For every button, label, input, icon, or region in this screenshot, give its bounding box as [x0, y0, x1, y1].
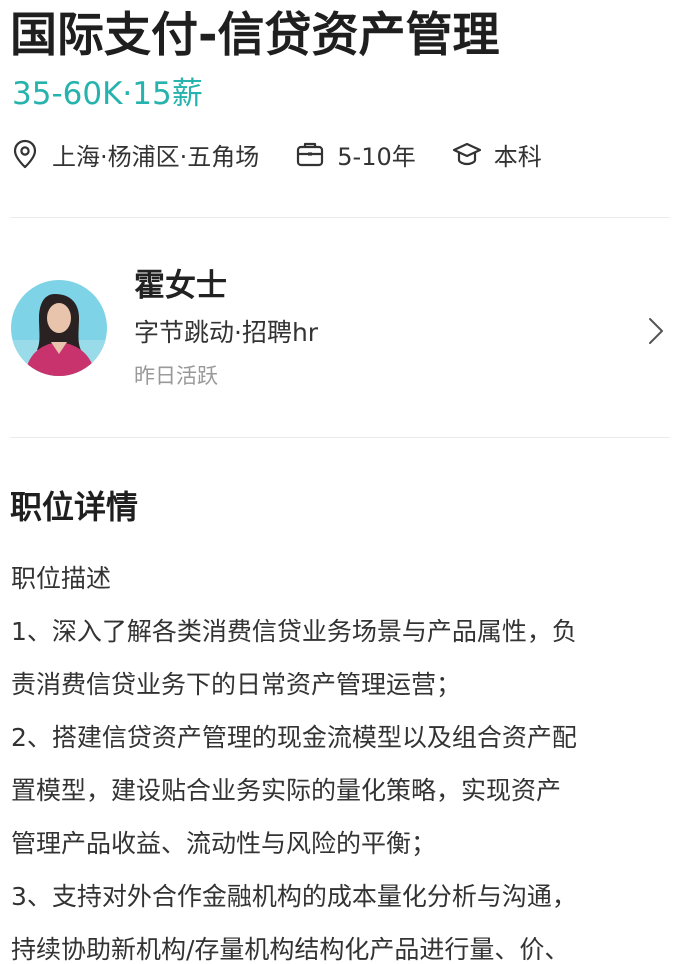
recruiter-card[interactable]: 霍女士 字节跳动·招聘hr 昨日活跃 — [0, 262, 674, 402]
salary-label: 35-60K·15薪 — [12, 76, 203, 112]
location-text: 上海·杨浦区·五角场 — [52, 142, 260, 171]
location-pin-icon — [10, 139, 40, 169]
description-line: 1、深入了解各类消费信贷业务场景与产品属性，负 — [11, 617, 577, 646]
description-line: 持续协助新机构/存量机构结构化产品进行量、价、 — [11, 935, 570, 964]
description-line: 置模型，建设贴合业务实际的量化策略，实现资产 — [11, 776, 562, 805]
description-line: 3、支持对外合作金融机构的成本量化分析与沟通， — [11, 882, 577, 911]
job-detail-page: 国际支付-信贷资产管理 35-60K·15薪 上海·杨浦区·五角场 5-10年 … — [0, 0, 674, 964]
graduation-cap-icon — [452, 139, 482, 169]
experience-text: 5-10年 — [337, 142, 416, 171]
description-line: 2、搭建信贷资产管理的现金流模型以及组合资产配 — [11, 723, 577, 752]
recruiter-company-role: 字节跳动·招聘hr — [134, 318, 319, 347]
education-text: 本科 — [493, 142, 542, 171]
recruiter-active-status: 昨日活跃 — [134, 364, 218, 388]
education-item: 本科 — [452, 137, 542, 172]
job-meta-row: 上海·杨浦区·五角场 5-10年 本科 — [10, 134, 542, 174]
description-line: 管理产品收益、流动性与风险的平衡； — [11, 829, 437, 858]
divider — [10, 437, 670, 438]
job-description: 职位描述 1、深入了解各类消费信贷业务场景与产品属性，负 责消费信贷业务下的日常… — [11, 557, 671, 964]
recruiter-name: 霍女士 — [134, 268, 227, 304]
description-heading: 职位描述 — [11, 564, 112, 593]
chevron-right-icon[interactable] — [644, 314, 668, 348]
briefcase-icon — [295, 139, 325, 169]
divider — [10, 217, 670, 218]
experience-item: 5-10年 — [295, 137, 416, 172]
avatar[interactable] — [11, 280, 107, 376]
description-line: 责消费信贷业务下的日常资产管理运营； — [11, 670, 462, 699]
section-title-job-details: 职位详情 — [10, 488, 139, 526]
job-title: 国际支付-信贷资产管理 — [10, 8, 500, 63]
location-item[interactable]: 上海·杨浦区·五角场 — [10, 137, 259, 172]
